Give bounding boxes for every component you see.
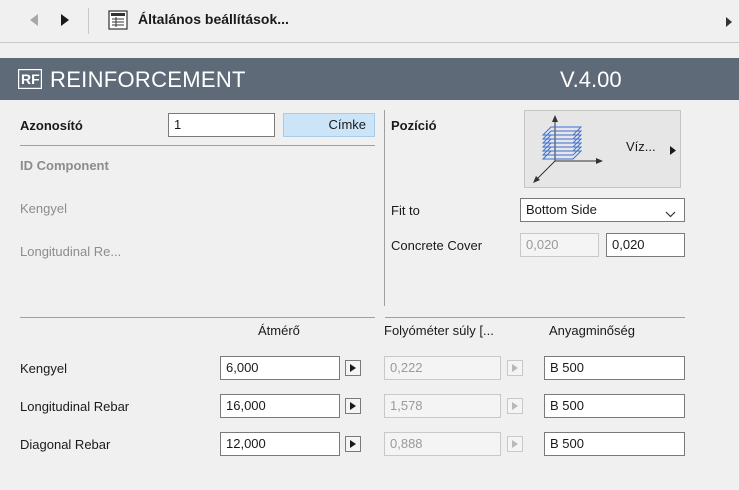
weight-field: 0,222 [384,356,501,380]
panel-separator [384,110,385,306]
chevron-down-icon [665,206,676,221]
diameter-arrow-icon[interactable] [345,436,361,452]
diameter-arrow-icon[interactable] [345,360,361,376]
id-label: Azonosító [20,118,83,133]
id-input[interactable]: 1 [168,113,275,137]
col-header-material: Anyagminőség [549,323,635,338]
settings-list-icon[interactable] [108,10,128,33]
diameter-arrow-icon[interactable] [345,398,361,414]
col-header-weight: Folyóméter súly [... [384,323,494,338]
diameter-input[interactable]: 12,000 [220,432,340,456]
position-button[interactable]: Víz... [524,110,681,188]
fit-to-select[interactable]: Bottom Side [520,198,685,222]
diameter-input[interactable]: 16,000 [220,394,340,418]
row-label: Diagonal Rebar [20,437,111,452]
material-input[interactable]: B 500 [544,356,685,380]
weight-field: 0,888 [384,432,501,456]
id-component-label: ID Component [20,158,109,173]
weight-arrow-icon [507,436,523,452]
table-divider-right [385,317,685,318]
weight-arrow-icon [507,398,523,414]
toolbar: Általános beállítások... [0,0,739,43]
dialog-title[interactable]: Általános beállítások... [138,11,289,27]
fit-to-value: Bottom Side [526,202,597,217]
position-label: Pozíció [391,118,437,133]
longitudinal-label: Longitudinal Re... [20,244,122,259]
version-label: V.4.00 [560,67,622,92]
concrete-cover-label: Concrete Cover [391,238,483,253]
left-divider [20,145,375,146]
menu-expand-arrow-icon[interactable] [726,15,732,30]
rf-logo-icon: RF [17,68,43,90]
table-divider-left [20,317,375,318]
position-arrow-icon [670,143,676,158]
weight-arrow-icon [507,360,523,376]
material-input[interactable]: B 500 [544,432,685,456]
concrete-cover-disabled-field: 0,020 [520,233,599,257]
concrete-cover-input[interactable]: 0,020 [606,233,685,257]
rebar-position-icon [529,115,605,186]
col-header-diameter: Átmérő [258,323,300,338]
forward-arrow-icon[interactable] [53,8,77,32]
stirrup-label: Kengyel [20,201,67,216]
svg-text:RF: RF [21,71,40,87]
diameter-input[interactable]: 6,000 [220,356,340,380]
toolbar-divider [88,8,89,34]
app-title: REINFORCEMENT [50,67,246,92]
fit-to-label: Fit to [391,203,420,218]
row-label: Kengyel [20,361,67,376]
row-label: Longitudinal Rebar [20,399,130,414]
material-input[interactable]: B 500 [544,394,685,418]
back-arrow-icon[interactable] [22,8,46,32]
position-button-label: Víz... [626,139,656,154]
header-band: RF REINFORCEMENT V.4.00 [0,58,739,100]
label-button[interactable]: Címke [283,113,375,137]
weight-field: 1,578 [384,394,501,418]
